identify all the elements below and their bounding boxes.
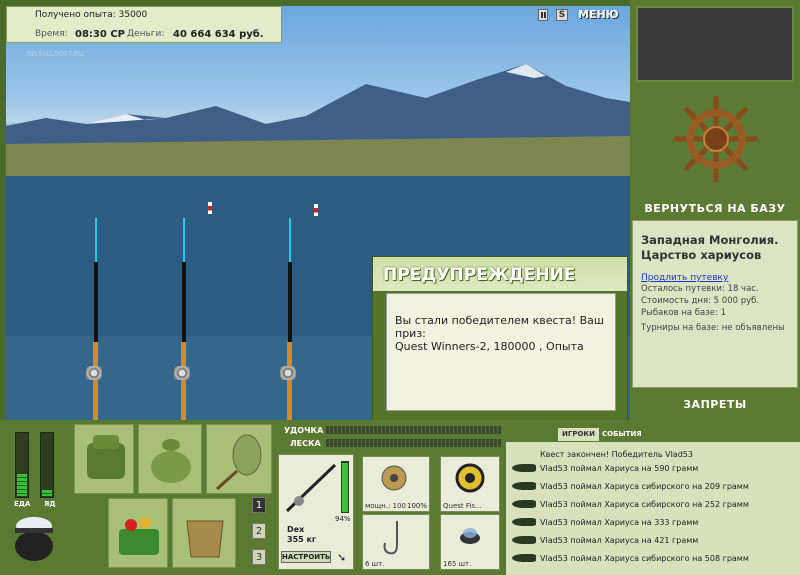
return-to-base-label: ВЕРНУТЬСЯ НА БАЗУ: [644, 202, 786, 215]
page-button-3[interactable]: 3: [252, 549, 266, 565]
cauldron-icon[interactable]: [10, 512, 58, 564]
arrow-icon: ➘: [337, 551, 347, 564]
net-slot[interactable]: [206, 424, 272, 494]
food-basket-slot[interactable]: [108, 498, 168, 568]
fish-icon: [512, 554, 536, 562]
warning-line-2: Quest Winners-2, 180000 , Опыта: [395, 340, 584, 353]
log-entry: Vlad53 поймал Хариуса сибирского на 209 …: [540, 482, 749, 491]
banner-area: [636, 6, 794, 82]
food-label: ЕДА: [14, 500, 31, 508]
bucket-slot[interactable]: [172, 498, 236, 568]
return-to-base-button[interactable]: ВЕРНУТЬСЯ НА БАЗУ: [632, 88, 798, 216]
float-1: [208, 202, 212, 214]
hook-count: 6 шт.: [365, 560, 385, 568]
sound-icon[interactable]: S: [556, 9, 568, 21]
rod-tension-bar: [341, 461, 349, 513]
menu-button[interactable]: МЕНЮ: [578, 8, 619, 21]
warning-message: Вы стали победителем квеста! Ваш приз: Q…: [386, 293, 616, 411]
bucket-icon: [186, 520, 224, 558]
rod-durability-bar: [326, 426, 502, 434]
bait-count: 165 шт.: [443, 560, 472, 568]
hook-icon: [383, 521, 398, 555]
landing-net-icon: [215, 434, 262, 491]
watermark: INSTALLSOFT.RU: [26, 50, 84, 58]
extend-license-link[interactable]: Продлить путевку: [641, 273, 789, 283]
log-entry: Vlad53 поймал Хариуса сибирского на 252 …: [540, 500, 749, 509]
warning-line-1: Вы стали победителем квеста! Ваш приз:: [395, 314, 604, 340]
tab-players[interactable]: ИГРОКИ: [558, 428, 599, 441]
rod-name: Dex: [287, 525, 305, 534]
fish-icon: [512, 536, 536, 544]
rod-icon: [285, 463, 337, 513]
fish-icon: [512, 464, 536, 472]
fishers-count: Рыбаков на базе: 1: [641, 308, 726, 318]
line-durability-bar: [326, 439, 502, 447]
day-cost: Стоимость дня: 5 000 руб.: [641, 296, 760, 306]
line-label: ЛЕСКА: [290, 439, 321, 448]
line-slot[interactable]: Quest Fis...: [440, 456, 500, 512]
tab-events[interactable]: СОБЫТИЯ: [598, 428, 646, 441]
player-info-panel: Получено опыта: 35000 Время: 08:30 СР Де…: [6, 6, 282, 43]
fishing-line-spool-icon: [455, 463, 485, 493]
fish-icon: [512, 500, 536, 508]
log-entry: Vlad53 поймал Хариуса на 333 грамм: [540, 518, 699, 527]
log-entry: Vlad53 поймал Хариуса на 590 грамм: [540, 464, 699, 473]
poison-bar: [40, 432, 54, 498]
log-entry: Vlad53 поймал Хариуса на 421 грамм: [540, 536, 699, 545]
hook-slot[interactable]: 6 шт.: [362, 514, 430, 570]
rod-slot[interactable]: 94% Dex 355 кг НАСТРОИТЬ ➘: [278, 454, 354, 570]
backpack-slot[interactable]: [74, 424, 134, 494]
time-label: Время:: [35, 29, 68, 39]
setup-button[interactable]: НАСТРОИТЬ: [281, 551, 331, 563]
log-header: Квест закончен! Победитель Vlad53: [540, 450, 693, 459]
money-label: Деньги:: [127, 29, 165, 39]
reel-power: мощн.: 100: [365, 502, 406, 510]
warning-title: ПРЕДУПРЕЖДЕНИЕ: [373, 257, 627, 291]
page-button-1[interactable]: 1: [252, 497, 266, 513]
location-info: Западная Монголия. Царство хариусов Прод…: [632, 220, 798, 388]
food-basket-icon: [119, 517, 159, 555]
bait-slot[interactable]: 165 шт.: [440, 514, 500, 570]
ship-wheel-icon: [674, 96, 758, 182]
location-title-2: Царство хариусов: [641, 248, 762, 262]
reel-icon: [381, 465, 407, 491]
log-entry: Vlad53 поймал Хариуса сибирского на 508 …: [540, 554, 749, 563]
fish-icon: [512, 518, 536, 526]
fish-icon: [512, 482, 536, 490]
bag-icon: [151, 439, 191, 483]
backpack-icon: [87, 435, 125, 479]
page-button-2[interactable]: 2: [252, 523, 266, 539]
rod-label: УДОЧКА: [284, 426, 324, 435]
rod-percent: 94%: [335, 515, 351, 523]
float-2: [314, 204, 318, 216]
tournaments-status: Турниры на базе: не объявлены: [641, 323, 785, 333]
money-value: 40 664 634 руб.: [173, 29, 264, 40]
reel-percent: 100%: [406, 502, 427, 510]
location-title-1: Западная Монголия.: [641, 233, 779, 247]
poison-label: ЯД: [44, 500, 56, 508]
warning-dialog: ПРЕДУПРЕЖДЕНИЕ Вы стали победителем квес…: [372, 256, 628, 426]
log-tabs: ИГРОКИ СОБЫТИЯ: [506, 426, 800, 442]
bag-slot[interactable]: [138, 424, 202, 494]
pause-icon[interactable]: [538, 9, 548, 21]
event-log: ИГРОКИ СОБЫТИЯ Квест закончен! Победител…: [506, 426, 800, 575]
bans-button[interactable]: ЗАПРЕТЫ: [632, 398, 798, 411]
time-value: 08:30 СР: [75, 29, 125, 40]
exp-label: Получено опыта:: [35, 10, 116, 20]
remaining-time: Осталось путевки: 18 час.: [641, 284, 759, 294]
bait-fly-icon: [460, 528, 480, 544]
reel-slot[interactable]: мощн.: 100 100%: [362, 456, 430, 512]
exp-value: 35000: [118, 10, 148, 20]
food-bar: [15, 432, 29, 498]
line-name: Quest Fis...: [443, 502, 482, 510]
rod-load: 355 кг: [287, 535, 317, 544]
